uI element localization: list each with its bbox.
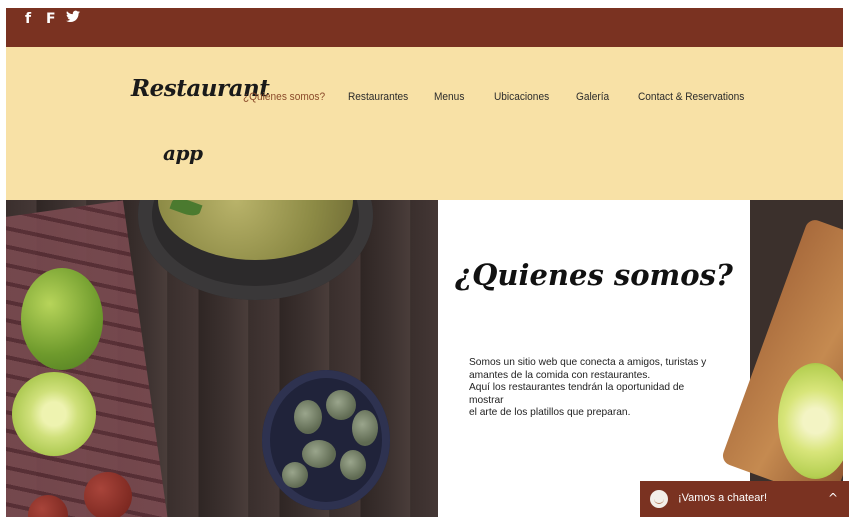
about-text-line: el arte de los platillos que preparan.: [469, 407, 631, 418]
about-panel: ¿Quienes somos? Somos un sitio web que c…: [438, 200, 750, 517]
foursquare-icon[interactable]: F: [46, 10, 56, 28]
chat-widget[interactable]: ¡Vamos a chatear! ^: [640, 481, 849, 517]
lime-slice: [778, 363, 843, 479]
hero-section: ¿Quienes somos? Somos un sitio web que c…: [6, 200, 843, 517]
about-text: Somos un sitio web que conecta a amigos,…: [469, 357, 719, 420]
nav-item-menus[interactable]: Menus: [434, 91, 464, 103]
nav-item-contact-reservations[interactable]: Contact & Reservations: [638, 91, 744, 103]
about-text-line: Somos un sitio web que conecta a amigos,…: [469, 357, 707, 368]
nav-item-ubicaciones[interactable]: Ubicaciones: [494, 91, 549, 103]
chat-avatar-icon: [650, 490, 668, 508]
about-title: ¿Quienes somos?: [455, 258, 733, 292]
about-text-line: amantes de la comida con restaurantes.: [469, 369, 651, 381]
nav-item-restaurantes[interactable]: Restaurantes: [348, 91, 408, 103]
pepper: [282, 462, 308, 488]
pepper: [302, 440, 336, 468]
lime-whole: [21, 268, 103, 370]
facebook-icon[interactable]: f: [25, 10, 31, 28]
twitter-icon[interactable]: [66, 10, 80, 29]
chevron-up-icon[interactable]: ^: [828, 491, 838, 505]
lime-half: [12, 372, 96, 456]
about-text-line: Aquí los restaurantes tendrán la oportun…: [469, 382, 685, 406]
nav-item-quienes-somos[interactable]: ¿Quienes somos?: [243, 91, 325, 103]
food-photo-left: [6, 200, 438, 517]
nav-item-galeria[interactable]: Galería: [576, 91, 609, 103]
pepper: [294, 400, 322, 434]
top-bar: [6, 8, 843, 47]
chat-label: ¡Vamos a chatear!: [678, 492, 768, 504]
brand-logo-line2[interactable]: app: [163, 141, 203, 165]
jalapeno-bowl: [262, 370, 390, 510]
tomato: [84, 472, 132, 517]
pepper: [340, 450, 366, 480]
pepper: [352, 410, 378, 446]
pepper: [326, 390, 356, 420]
header: [6, 47, 843, 200]
